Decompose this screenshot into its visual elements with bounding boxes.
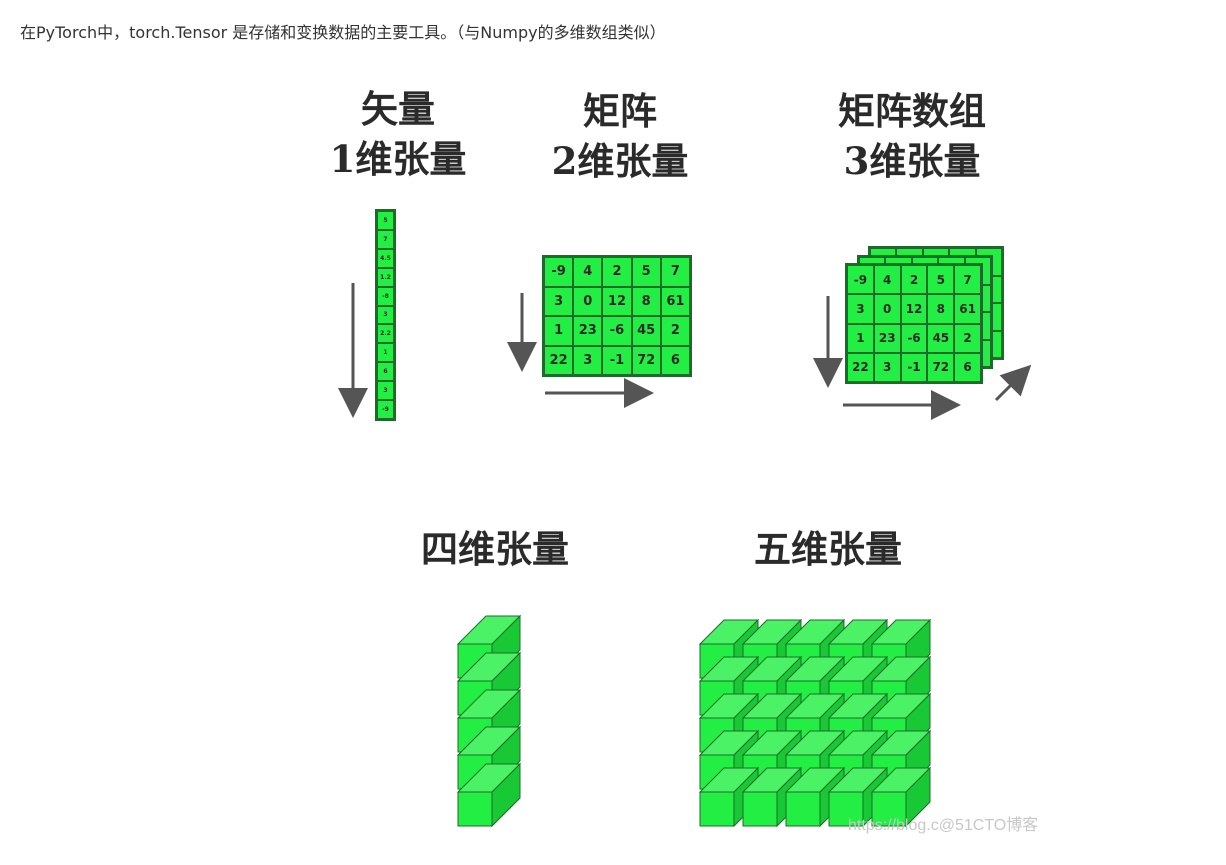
cube-face bbox=[699, 791, 735, 827]
tensor5d-stack bbox=[698, 618, 932, 828]
tensor-diagram: 矢量 1维张量 矩阵 2维张量 矩阵数组 3维张量 四维张量 五维张量 5 7 4.… bbox=[0, 0, 1226, 865]
watermark: https://blog.c@51CTO博客 bbox=[848, 817, 1039, 834]
array3d-depth-arrow bbox=[994, 364, 1032, 402]
cube-face bbox=[457, 791, 493, 827]
tensor4d-stack bbox=[456, 614, 522, 828]
cube-face bbox=[785, 791, 821, 827]
cube-face bbox=[742, 791, 778, 827]
diagram-graphics bbox=[338, 283, 1032, 828]
